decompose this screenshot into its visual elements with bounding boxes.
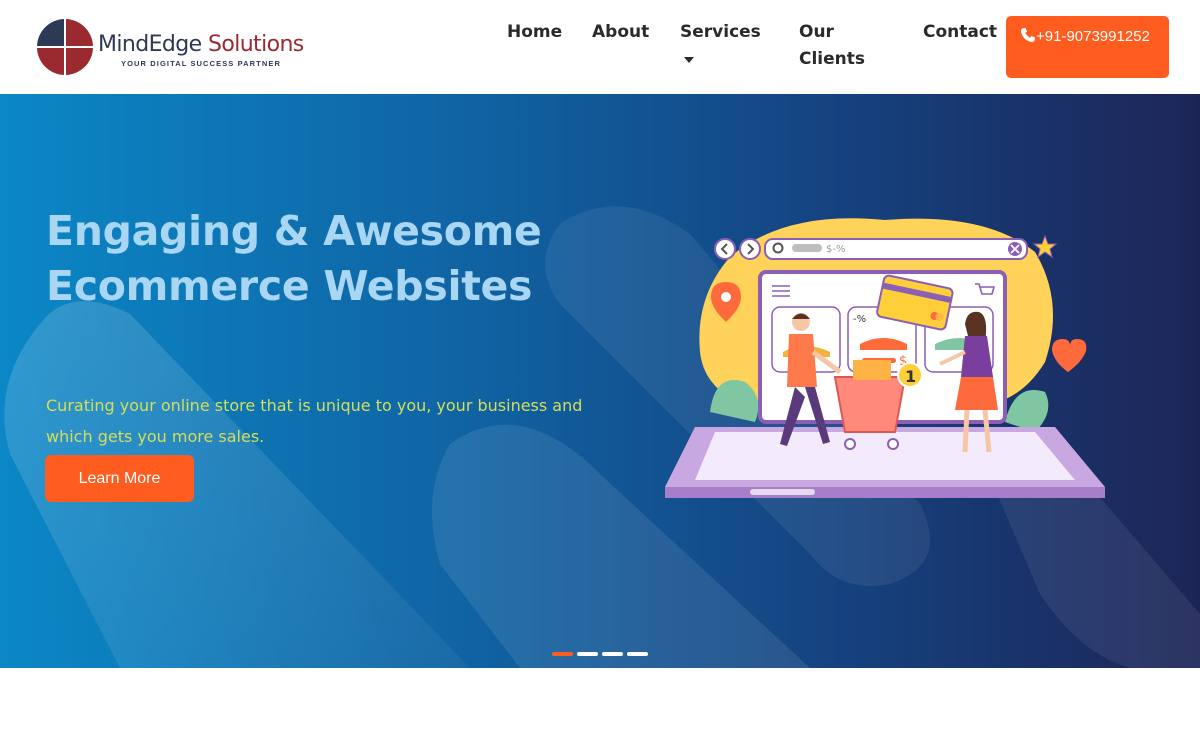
brand-logo[interactable]: MindEdge Solutions YOUR DIGITAL SUCCESS … (36, 18, 306, 76)
carousel-dot[interactable] (602, 652, 623, 656)
star-icon (1032, 234, 1058, 259)
nav-contact[interactable]: Contact (923, 19, 997, 46)
brand-tagline: YOUR DIGITAL SUCCESS PARTNER (121, 59, 281, 68)
heart-icon (1052, 339, 1087, 372)
chevron-down-icon[interactable] (684, 57, 694, 63)
phone-number: +91-9073991252 (1036, 28, 1150, 45)
phone-call-button[interactable]: +91-9073991252 (1006, 16, 1169, 78)
carousel-dot[interactable] (552, 652, 573, 656)
phone-icon (1021, 28, 1035, 42)
laptop-trackpad-shape (750, 489, 815, 495)
brand-name: MindEdge Solutions (98, 32, 304, 57)
carousel-dot[interactable] (627, 652, 648, 656)
forward-arrow-icon (739, 238, 761, 260)
learn-more-button[interactable]: Learn More (45, 455, 194, 502)
man-body (787, 334, 817, 387)
back-arrow-icon (714, 238, 736, 260)
hero-slider: Engaging & Awesome Ecommerce Websites Cur… (0, 94, 1200, 668)
leaf-icon (1005, 390, 1049, 432)
discount-label: -% (853, 314, 866, 325)
hero-title: Engaging & Awesome Ecommerce Websites (46, 207, 542, 310)
nav-about[interactable]: About (592, 19, 649, 46)
logo-circle-icon (37, 19, 93, 75)
shopping-cart-shape (833, 376, 907, 433)
site-header: MindEdge Solutions YOUR DIGITAL SUCCESS … (0, 0, 1200, 94)
nav-services[interactable]: Services (680, 19, 761, 46)
carousel-dot[interactable] (577, 652, 598, 656)
ecommerce-illustration: $-% -% $ 1 (665, 218, 1105, 498)
nav-home[interactable]: Home (507, 19, 562, 46)
nav-our-clients[interactable]: Our Clients (799, 19, 879, 73)
search-bar-text: $-% (826, 244, 845, 255)
cart-count-text: 1 (905, 367, 916, 386)
hero-subtitle: Curating your online store that is uniqu… (46, 396, 583, 446)
